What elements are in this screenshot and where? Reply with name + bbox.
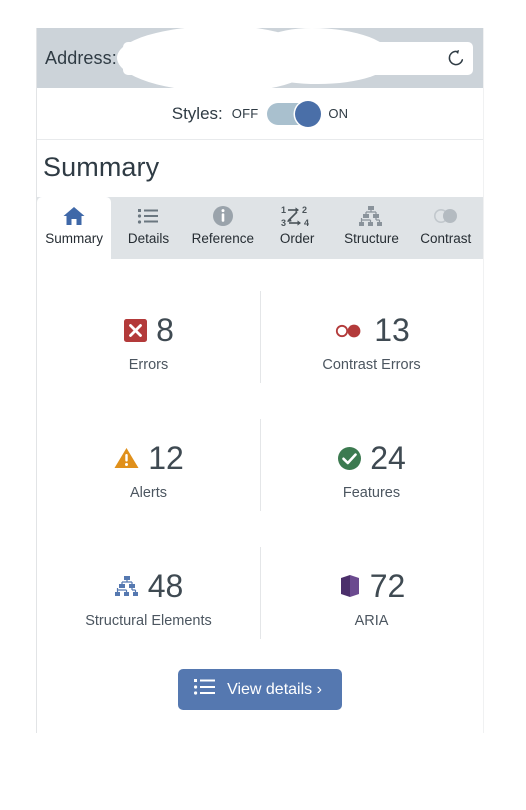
stat-aria-value: 72 [369, 568, 406, 604]
order-icon: 1 2 3 4 [280, 204, 314, 228]
stat-errors-top: 8 [123, 309, 174, 351]
contrast-icon [431, 204, 461, 228]
stat-alerts-label: Alerts [129, 485, 168, 501]
home-icon [62, 204, 86, 228]
stat-alerts-top: 12 [113, 437, 184, 479]
tab-summary[interactable]: Summary [37, 197, 112, 259]
tab-order[interactable]: 1 2 3 4 Order [260, 197, 334, 259]
view-details-button[interactable]: View details › [178, 669, 342, 710]
styles-off-label: OFF [231, 106, 259, 121]
reload-icon [448, 50, 464, 66]
info-icon [212, 204, 234, 228]
styles-on-label: ON [328, 106, 349, 121]
stat-row: 48 Structural Elements 72 ARIA [37, 533, 483, 661]
stat-errors-label: Errors [128, 357, 169, 373]
tab-details[interactable]: Details [111, 197, 185, 259]
stat-features-value: 24 [370, 440, 406, 476]
stat-aria-top: 72 [338, 565, 406, 607]
structure-stat-icon [114, 575, 140, 597]
stat-row: 12 Alerts 24 Features [37, 405, 483, 533]
contrast-error-icon [333, 320, 366, 340]
tab-reference[interactable]: Reference [186, 197, 260, 259]
stat-aria[interactable]: 72 ARIA [260, 533, 483, 661]
stat-features-top: 24 [337, 437, 406, 479]
stat-structural-elements[interactable]: 48 Structural Elements [37, 533, 260, 661]
address-input-container [116, 28, 473, 92]
summary-stats: 8 Errors 13 Contrast Errors 12 Alerts 24… [37, 259, 483, 661]
list-icon [136, 204, 160, 228]
tab-structure[interactable]: Structure [334, 197, 408, 259]
view-details-container: View details › [37, 661, 483, 710]
toggle-knob [295, 100, 322, 127]
address-label: Address: [45, 47, 117, 68]
stat-structural-elements-value: 48 [147, 568, 184, 604]
styles-toggle-row: Styles: OFF ON [37, 88, 483, 140]
tab-order-label: Order [279, 231, 315, 246]
structure-icon [358, 204, 384, 228]
tab-contrast-label: Contrast [420, 231, 472, 246]
address-input[interactable] [122, 41, 473, 75]
stat-contrast-errors[interactable]: 13 Contrast Errors [260, 277, 483, 405]
stat-contrast-errors-value: 13 [374, 312, 410, 348]
styles-toggle-switch[interactable] [267, 100, 322, 127]
stat-contrast-errors-top: 13 [333, 309, 410, 351]
svg-text:4: 4 [304, 218, 309, 228]
tab-reference-label: Reference [191, 231, 254, 246]
wave-panel: Address: Styles: OFF ON Summary Summary … [36, 28, 484, 733]
stat-errors-value: 8 [156, 312, 174, 348]
tab-structure-label: Structure [344, 231, 399, 246]
tab-details-label: Details [127, 231, 170, 246]
stat-aria-label: ARIA [354, 613, 389, 629]
reload-button[interactable] [443, 45, 469, 71]
list-icon [194, 678, 216, 701]
stat-features-label: Features [342, 485, 401, 501]
stat-alerts-value: 12 [148, 440, 184, 476]
aria-cube-icon [338, 573, 362, 599]
svg-text:3: 3 [281, 218, 286, 228]
svg-text:2: 2 [302, 205, 307, 215]
svg-text:1: 1 [281, 205, 286, 215]
error-icon [123, 318, 148, 343]
view-details-label: View details › [227, 680, 322, 698]
tab-contrast[interactable]: Contrast [409, 197, 483, 259]
stat-contrast-errors-label: Contrast Errors [322, 357, 421, 373]
stat-structural-elements-top: 48 [114, 565, 184, 607]
stat-features[interactable]: 24 Features [260, 405, 483, 533]
address-bar: Address: [37, 28, 483, 92]
styles-label: Styles: [171, 103, 223, 123]
stat-row: 8 Errors 13 Contrast Errors [37, 277, 483, 405]
tab-summary-label: Summary [45, 231, 104, 246]
page-title: Summary [37, 140, 483, 197]
feature-icon [337, 446, 362, 471]
stat-alerts[interactable]: 12 Alerts [37, 405, 260, 533]
alert-icon [113, 446, 140, 470]
stat-errors[interactable]: 8 Errors [37, 277, 260, 405]
stat-structural-elements-label: Structural Elements [85, 613, 212, 629]
tab-bar: Summary Details Reference 1 2 3 4 Order … [37, 197, 483, 259]
